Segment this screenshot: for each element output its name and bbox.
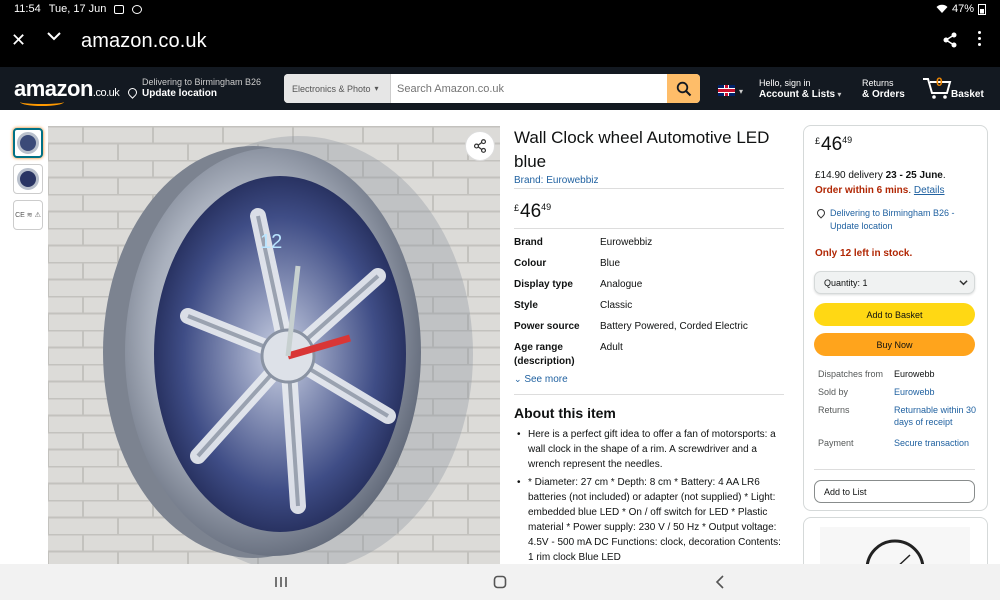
browser-toolbar: ✕ amazon.co.uk [0, 18, 1000, 67]
deliver-line1: Delivering to Birmingham B26 [142, 77, 262, 87]
account-lists[interactable]: Hello, sign in Account & Lists ▾ [759, 78, 841, 100]
meta-row[interactable]: Returns Returnable within 30 days of rece… [818, 404, 978, 428]
android-nav-bar [0, 564, 1000, 600]
returns-orders[interactable]: Returns & Orders [862, 78, 905, 100]
amazon-header: amazon.co.uk Delivering to Birmingham B2… [0, 67, 1000, 110]
divider [514, 188, 784, 189]
add-to-basket-button[interactable]: Add to Basket [814, 303, 975, 326]
meta-row[interactable]: Payment Secure transaction [818, 437, 978, 449]
thumbnail-3[interactable]: CE ≋ ⚠ [13, 200, 43, 230]
home-icon[interactable] [493, 575, 507, 589]
search-category-select[interactable]: Electronics & Photo ▾ [284, 74, 391, 103]
search-input[interactable] [391, 74, 667, 103]
account-line2: Account & Lists [759, 89, 836, 100]
clock-thumbnail-image [17, 132, 39, 154]
brand-link[interactable]: Brand: Eurowebbiz [514, 175, 599, 186]
share-image-button[interactable] [465, 131, 495, 161]
seller-meta: Dispatches from Eurowebb Sold by Eurowebb … [818, 368, 978, 449]
address-bar[interactable]: amazon.co.uk [81, 30, 207, 53]
buybox-location-link[interactable]: Delivering to Birmingham B26 - Update lo… [830, 207, 980, 233]
recent-apps-icon[interactable] [274, 576, 288, 588]
delivery-info: £14.90 delivery 23 - 25 June. Order with… [815, 170, 946, 196]
thumbnail-2[interactable] [13, 164, 43, 194]
wheel-clock-image: 12 [48, 126, 500, 564]
chevron-down-icon [959, 280, 968, 286]
returns-line1: Returns [862, 78, 894, 88]
status-bar: 11:54 Tue, 17 Jun 47% [0, 0, 1000, 18]
spec-row: Style Classic [514, 300, 633, 311]
battery-icon [978, 4, 986, 15]
search-icon [676, 81, 691, 96]
spec-row: Power source Battery Powered, Corded Elec… [514, 321, 748, 332]
deliver-to[interactable]: Delivering to Birmingham B26 Update loca… [126, 76, 262, 100]
quantity-select[interactable]: Quantity: 1 [814, 271, 975, 294]
chevron-down-icon[interactable] [46, 28, 62, 44]
divider [814, 469, 975, 470]
bullet-item: Here is a perfect gift idea to offer a f… [514, 427, 786, 472]
stock-status: Only 12 left in stock. [815, 248, 913, 259]
add-to-list-button[interactable]: Add to List [814, 480, 975, 503]
spec-row: Age range (description) Adult [514, 342, 623, 367]
chevron-down-icon: ⌄ [514, 374, 522, 384]
about-bullets: Here is a perfect gift idea to offer a f… [514, 427, 786, 568]
back-icon[interactable] [715, 575, 725, 589]
share-icon[interactable] [942, 32, 958, 48]
svg-text:12: 12 [260, 231, 282, 253]
buybox-price: £4649 [815, 134, 853, 155]
divider [514, 394, 784, 395]
uk-flag-icon[interactable] [718, 85, 735, 96]
basket-count: 0 [936, 75, 943, 89]
logo-smile-icon [20, 98, 64, 106]
caret-down-icon: ▾ [739, 87, 744, 96]
see-more-link[interactable]: ⌄ See more [514, 374, 568, 385]
caret-down-icon: ▾ [374, 84, 379, 93]
product-title: Wall Clock wheel Automotive LED blue [514, 128, 770, 171]
returns-line2: & Orders [862, 89, 905, 100]
clock-thumbnail-image [17, 168, 39, 190]
screen: 11:54 Tue, 17 Jun 47% ✕ amazon.co.uk ama… [0, 0, 1000, 600]
spec-row: Colour Blue [514, 258, 621, 269]
gallery-icon [114, 4, 125, 14]
account-line1: Hello, sign in [759, 78, 811, 88]
product-specs: Brand Eurowebbiz Colour Blue Display type A… [514, 236, 784, 376]
thumbnail-1[interactable] [13, 128, 43, 158]
wifi-icon [936, 4, 948, 13]
meta-row: Dispatches from Eurowebb [818, 369, 935, 379]
details-link[interactable]: Details [914, 185, 945, 196]
more-vert-icon[interactable] [978, 31, 981, 46]
buy-now-button[interactable]: Buy Now [814, 333, 975, 356]
status-time: 11:54 [14, 3, 41, 15]
sync-icon [132, 4, 143, 14]
meta-row[interactable]: Sold by Eurowebb [818, 386, 978, 398]
about-heading: About this item [514, 405, 616, 421]
spec-row: Display type Analogue [514, 279, 643, 290]
close-icon[interactable]: ✕ [11, 30, 26, 51]
share-icon [473, 139, 487, 153]
divider [514, 228, 784, 229]
search-button[interactable] [667, 74, 700, 103]
product-image[interactable]: 12 [48, 126, 500, 564]
basket-label: Basket [951, 89, 984, 100]
ce-label-thumbnail: CE ≋ ⚠ [15, 212, 41, 219]
search-bar: Electronics & Photo ▾ [284, 74, 700, 103]
status-date: Tue, 17 Jun [48, 3, 107, 15]
basket-button[interactable]: 0 Basket [922, 75, 984, 105]
bullet-item: * Diameter: 27 cm * Depth: 8 cm * Batter… [514, 475, 786, 565]
deliver-line2: Update location [142, 88, 218, 99]
spec-row: Brand Eurowebbiz [514, 237, 653, 248]
battery-level: 47% [951, 3, 974, 15]
product-price: £4649 [514, 201, 552, 222]
